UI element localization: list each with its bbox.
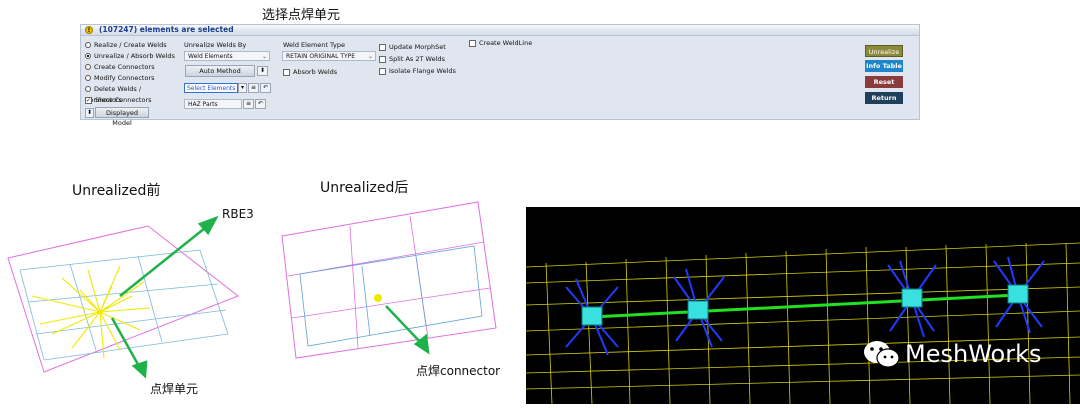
checkbox-icon[interactable]	[469, 39, 476, 47]
wechat-icon	[864, 341, 900, 368]
after-mesh-figure	[281, 201, 497, 359]
return-button[interactable]: Return	[865, 92, 903, 104]
chevron-down-icon: ⌄	[261, 53, 267, 60]
before-title: Unrealized前	[72, 183, 161, 199]
info-warning-icon: !	[85, 26, 93, 34]
rbe3-label: RBE3	[222, 207, 254, 221]
select-dropdown-icon[interactable]: ▾	[238, 83, 247, 93]
radio-indicator[interactable]	[85, 75, 91, 81]
unrealize-by-dropdown[interactable]: Weld Elements ⌄	[184, 51, 270, 61]
connector-arrow	[385, 305, 430, 355]
checkbox-checked-icon[interactable]: ✓	[85, 96, 92, 104]
isolate-flange-checkbox[interactable]: Isolate Flange Welds	[379, 65, 456, 77]
weld-type-value: RETAIN ORIGINAL TYPE	[286, 53, 356, 60]
viewport-3d[interactable]	[525, 207, 1080, 405]
mode-radio-group: Realize / Create Welds Unrealize / Absor…	[85, 40, 180, 106]
selection-list-icon[interactable]: ≡	[248, 83, 259, 93]
checkbox-icon[interactable]	[379, 55, 386, 63]
auto-method-toggle-icon[interactable]: ⬍	[257, 66, 268, 76]
weld-type-dropdown[interactable]: RETAIN ORIGINAL TYPE ⌄	[282, 51, 376, 61]
show-connectors-checkbox[interactable]: ✓ Show Connectors	[85, 95, 180, 106]
weld-line	[591, 293, 1019, 319]
haz-list-icon[interactable]: ≡	[243, 99, 254, 109]
mesh-boundary	[281, 201, 497, 359]
undo-selection-icon[interactable]: ↶	[260, 83, 271, 93]
connector-panel: ! (107247) elements are selected Realize…	[80, 24, 920, 127]
info-table-button[interactable]: Info Table	[865, 60, 903, 72]
create-weldline-checkbox[interactable]: Create WeldLine	[469, 38, 532, 48]
radio-indicator[interactable]	[85, 64, 91, 70]
unrealize-button[interactable]: Unrealize	[865, 45, 903, 57]
mesh-render	[525, 242, 1080, 405]
auto-method-button[interactable]: Auto Method	[185, 65, 255, 77]
checkbox-icon[interactable]	[379, 67, 386, 75]
displayed-model-toggle-icon[interactable]: ⬍	[85, 108, 94, 118]
unrealize-by-label: Unrealize Welds By	[184, 41, 247, 49]
radio-indicator[interactable]	[85, 42, 91, 48]
weld-element-label: 点焊单元	[150, 382, 199, 396]
chevron-down-icon: ⌄	[367, 53, 373, 60]
displayed-model-button[interactable]: Displayed Model	[95, 107, 149, 127]
watermark-text: MeshWorks	[905, 340, 1042, 368]
panel-header: ! (107247) elements are selected	[81, 25, 919, 36]
yellow-mesh	[525, 242, 1080, 405]
radio-create-connectors[interactable]: Create Connectors	[85, 62, 180, 73]
before-mesh-figure	[7, 215, 240, 379]
weld-type-label: Weld Element Type	[283, 41, 345, 49]
radio-unrealize[interactable]: Unrealize / Absorb Welds	[85, 51, 180, 62]
page-caption: 选择点焊单元	[262, 8, 341, 23]
reset-button[interactable]: Reset	[865, 76, 903, 88]
radio-delete-welds[interactable]: Delete Welds / Connectors	[85, 84, 180, 104]
split-2t-checkbox[interactable]: Split As 2T Welds	[379, 53, 456, 65]
rbe3-spider	[31, 265, 151, 359]
haz-parts-field[interactable]: HAZ Parts	[184, 99, 242, 109]
update-morphset-checkbox[interactable]: Update MorphSet	[379, 41, 456, 53]
after-title: Unrealized后	[320, 180, 409, 196]
unrealize-by-value: Weld Elements	[188, 53, 233, 60]
annotation-arrows	[110, 215, 219, 379]
radio-realize[interactable]: Realize / Create Welds	[85, 40, 180, 51]
select-elements-button[interactable]: Select Elements	[184, 83, 238, 93]
haz-undo-icon[interactable]: ↶	[255, 99, 266, 109]
radio-indicator[interactable]	[85, 53, 91, 59]
checkbox-icon[interactable]	[379, 43, 386, 51]
options-group: Update MorphSet Split As 2T Welds Isolat…	[379, 41, 456, 77]
connector-label: 点焊connector	[416, 364, 501, 378]
weld-connector-point	[374, 294, 382, 302]
checkbox-icon[interactable]	[283, 68, 290, 76]
absorb-welds-checkbox[interactable]: Absorb Welds	[283, 67, 337, 77]
selection-status: (107247) elements are selected	[99, 25, 234, 34]
mesh-outer-lines	[287, 215, 491, 349]
mesh-grid	[19, 249, 229, 361]
radio-modify-connectors[interactable]: Modify Connectors	[85, 73, 180, 84]
mesh-inner-grid	[299, 245, 483, 347]
radio-indicator[interactable]	[85, 86, 91, 92]
